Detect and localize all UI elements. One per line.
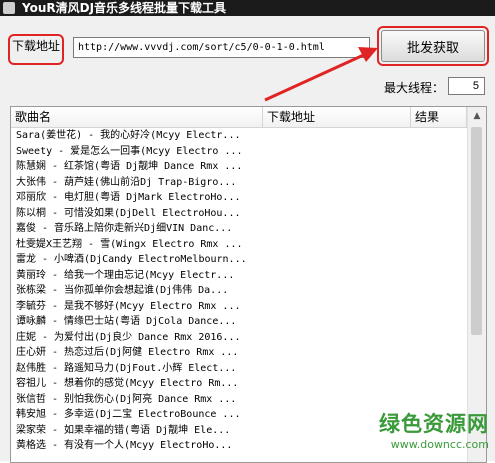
scrollbar-thumb[interactable] <box>471 127 482 335</box>
table-row[interactable]: 容祖儿 - 想着你的感觉(Mcyy Electro Rm... <box>11 376 260 392</box>
table-row[interactable]: 梁家荣 - 如果幸福的错(粤语 Dj靓坤 Ele... <box>11 423 260 439</box>
table-row[interactable]: 李毓芬 - 是我不够好(Mcyy Electro Rmx ... <box>11 299 260 315</box>
watermark: 绿色资源网 www.downcc.com <box>360 408 495 461</box>
list-rows: Sara(姜世花) - 我的心好冷(Mcyy Electr... Sweety -… <box>11 128 467 454</box>
column-header-result[interactable]: 结果 <box>411 107 467 127</box>
table-row[interactable]: 邓丽欣 - 电灯胆(粤语 DjMark ElectroHo... <box>11 190 260 206</box>
watermark-name: 绿色资源网 <box>379 412 489 436</box>
list-header: 歌曲名 下载地址 结果 <box>11 107 467 128</box>
table-row[interactable]: 大张伟 - 葫芦娃(佛山前沿Dj Trap-Bigro... <box>11 175 260 191</box>
scroll-up-icon[interactable]: ▲ <box>468 107 486 125</box>
table-row[interactable]: 杜雯媞X王艺翔 - 雪(Wingx Electro Rmx ... <box>11 237 260 253</box>
table-row[interactable]: 张栋梁 - 当你孤单你会想起谁(Dj伟伟 Da... <box>11 283 260 299</box>
table-row[interactable]: 谭咏麟 - 情缘巴士站(粤语 DjCola Dance... <box>11 314 260 330</box>
column-header-download-url[interactable]: 下载地址 <box>263 107 411 127</box>
table-row[interactable]: 庄妮 - 为爱付出(Dj良少 Dance Rmx 2016... <box>11 330 260 346</box>
max-threads-input[interactable] <box>448 77 485 95</box>
table-row[interactable]: 赵伟胜 - 路遥知马力(DjFout.小辉 Elect... <box>11 361 260 377</box>
table-row[interactable]: 黄格选 - 有没有一个人(Mcyy ElectroHo... <box>11 438 260 454</box>
table-row[interactable]: 韩安旭 - 多幸运(Dj二宝 ElectroBounce ... <box>11 407 260 423</box>
table-row[interactable]: 嘉俊 - 音乐路上陪你走新兴Dj细VIN Danc... <box>11 221 260 237</box>
max-threads-label: 最大线程： <box>384 81 445 95</box>
watermark-url: www.downcc.com <box>390 438 489 451</box>
table-row[interactable]: 陈慧娴 - 红茶馆(粤语 Dj靓坤 Dance Rmx ... <box>11 159 260 175</box>
table-row[interactable]: Sweety - 爱是怎么一回事(Mcyy Electro ... <box>11 144 260 160</box>
column-header-song-name[interactable]: 歌曲名 <box>11 107 263 127</box>
table-row[interactable]: 张信哲 - 别怕我伤心(Dj阿亮 Dance Rmx ... <box>11 392 260 408</box>
table-row[interactable]: 雷龙 - 小啤酒(DjCandy ElectroMelbourn... <box>11 252 260 268</box>
table-row[interactable]: 黄丽玲 - 给我一个理由忘记(Mcyy Electr... <box>11 268 260 284</box>
table-row[interactable]: 庄心妍 - 热恋过后(Dj阿健 Electro Rmx ... <box>11 345 260 361</box>
table-row[interactable]: 陈以桐 - 可惜没如果(DjDell ElectroHou... <box>11 206 260 222</box>
table-row[interactable]: Sara(姜世花) - 我的心好冷(Mcyy Electr... <box>11 128 260 144</box>
